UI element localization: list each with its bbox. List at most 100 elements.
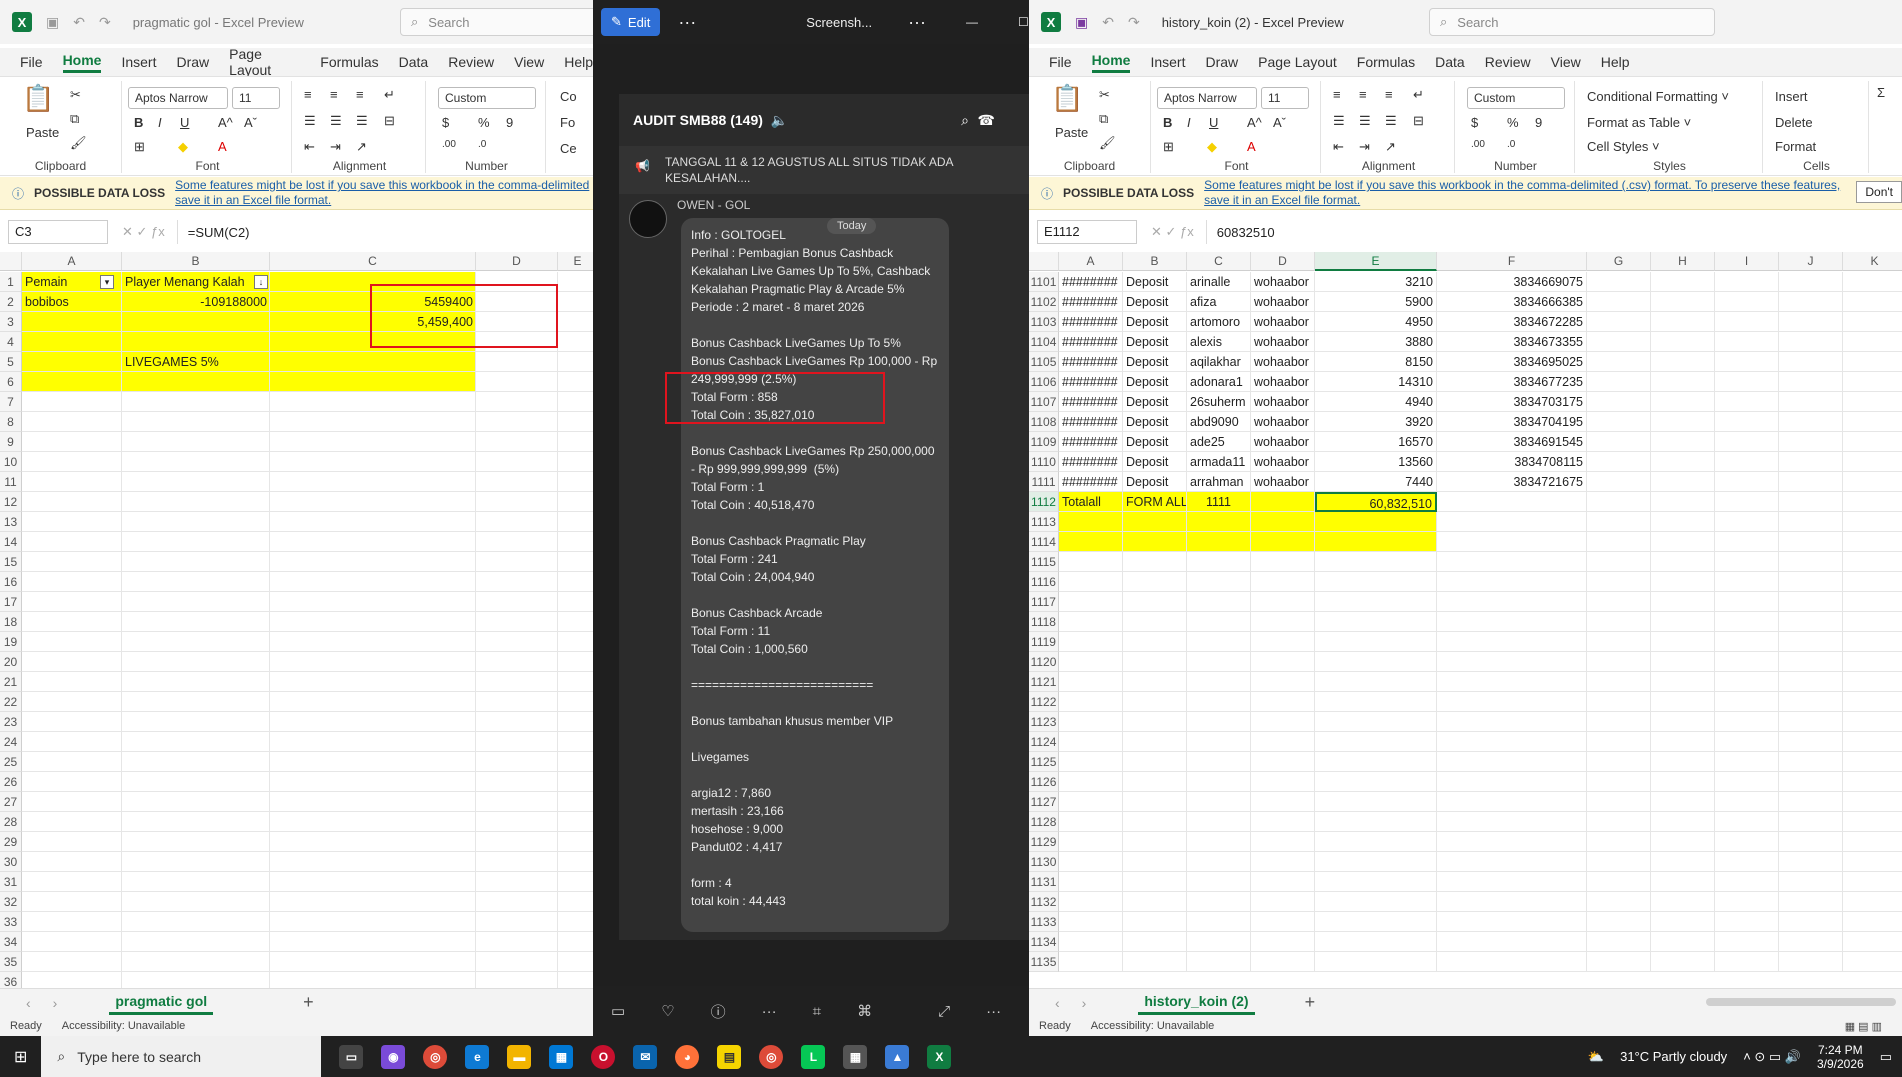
spreadsheet-grid[interactable]: A B C D E F G H I J K 1101 ######## Deposit arinalle wo… xyxy=(1029,252,1902,988)
table-cell[interactable]: 7440 xyxy=(1315,472,1437,492)
table-cell[interactable]: 3834669075 xyxy=(1437,272,1587,292)
cell[interactable] xyxy=(1779,532,1843,552)
cell[interactable] xyxy=(1059,512,1123,532)
cell[interactable] xyxy=(122,832,270,852)
cell[interactable] xyxy=(270,432,476,452)
cell[interactable] xyxy=(1251,852,1315,872)
table-cell[interactable]: ######## xyxy=(1059,432,1123,452)
cell[interactable] xyxy=(1715,532,1779,552)
row-header-29[interactable]: 29 xyxy=(0,832,22,852)
cell[interactable] xyxy=(1587,852,1651,872)
cell[interactable] xyxy=(1587,732,1651,752)
borders-icon[interactable]: ⊞ xyxy=(134,139,145,155)
table-cell[interactable]: ######## xyxy=(1059,292,1123,312)
cell[interactable] xyxy=(1651,512,1715,532)
cell[interactable] xyxy=(1315,652,1437,672)
cell[interactable] xyxy=(1251,952,1315,972)
row-header-8[interactable]: 8 xyxy=(0,412,22,432)
row-header-3[interactable]: 3 xyxy=(0,312,22,332)
cell[interactable] xyxy=(476,432,558,452)
table-cell[interactable]: wohaabor xyxy=(1251,292,1315,312)
cell[interactable] xyxy=(1059,892,1123,912)
cell[interactable] xyxy=(1587,912,1651,932)
menu-file[interactable]: File xyxy=(1049,54,1072,70)
row-header-1126[interactable]: 1126 xyxy=(1029,772,1059,792)
cell[interactable] xyxy=(1651,452,1715,472)
cell[interactable] xyxy=(558,372,593,392)
name-box[interactable]: C3 xyxy=(8,220,108,244)
cell[interactable] xyxy=(1587,472,1651,492)
cell[interactable] xyxy=(1843,432,1902,452)
cell[interactable] xyxy=(1779,292,1843,312)
cell[interactable] xyxy=(476,572,558,592)
cell[interactable] xyxy=(476,592,558,612)
cell[interactable] xyxy=(1587,572,1651,592)
cell[interactable] xyxy=(1843,952,1902,972)
cell[interactable] xyxy=(1251,632,1315,652)
column-header-f[interactable]: F xyxy=(1437,252,1587,271)
table-cell[interactable]: Deposit xyxy=(1123,372,1187,392)
table-cell[interactable]: 4950 xyxy=(1315,312,1437,332)
insert-button[interactable]: Insert xyxy=(1775,89,1808,104)
cell[interactable] xyxy=(476,392,558,412)
underline-icon[interactable]: U xyxy=(180,115,189,130)
cell[interactable] xyxy=(1059,572,1123,592)
cell[interactable] xyxy=(1779,632,1843,652)
cell[interactable] xyxy=(1059,812,1123,832)
align-left-icon[interactable]: ☰ xyxy=(1333,113,1345,129)
cell[interactable] xyxy=(1437,732,1587,752)
cell[interactable] xyxy=(1059,612,1123,632)
align-right-icon[interactable]: ☰ xyxy=(356,113,368,129)
cell[interactable] xyxy=(122,372,270,392)
cell[interactable] xyxy=(1437,872,1587,892)
fill-color-icon[interactable]: ◆ xyxy=(1207,139,1217,155)
cell[interactable] xyxy=(476,692,558,712)
cell[interactable] xyxy=(122,812,270,832)
cell[interactable] xyxy=(1843,492,1902,512)
row-header-1111[interactable]: 1111 xyxy=(1029,472,1059,492)
row-header-17[interactable]: 17 xyxy=(0,592,22,612)
row-header-33[interactable]: 33 xyxy=(0,912,22,932)
menu-file[interactable]: File xyxy=(20,54,43,70)
total-cell-e[interactable]: 60,832,510 xyxy=(1315,492,1437,512)
notifications-icon[interactable]: ▭ xyxy=(1880,1049,1892,1065)
cell[interactable] xyxy=(270,552,476,572)
cell[interactable] xyxy=(122,612,270,632)
cell[interactable] xyxy=(1123,772,1187,792)
cell[interactable] xyxy=(1843,412,1902,432)
cell[interactable] xyxy=(22,452,122,472)
cell[interactable] xyxy=(1651,912,1715,932)
cell[interactable] xyxy=(1715,832,1779,852)
cell[interactable] xyxy=(22,872,122,892)
cell[interactable] xyxy=(1315,892,1437,912)
cell[interactable] xyxy=(1251,772,1315,792)
excel-icon[interactable]: X xyxy=(927,1044,952,1069)
cell[interactable] xyxy=(1779,332,1843,352)
cell[interactable] xyxy=(270,592,476,612)
cell[interactable] xyxy=(1779,392,1843,412)
row-header-22[interactable]: 22 xyxy=(0,692,22,712)
cell[interactable] xyxy=(22,312,122,332)
accessibility-status[interactable]: Accessibility: Unavailable xyxy=(1091,1020,1215,1032)
cell[interactable] xyxy=(270,612,476,632)
cell[interactable] xyxy=(1843,372,1902,392)
align-right-icon[interactable]: ☰ xyxy=(1385,113,1397,129)
column-header-e[interactable]: E xyxy=(1315,252,1437,271)
row-header-35[interactable]: 35 xyxy=(0,952,22,972)
cell[interactable] xyxy=(1843,592,1902,612)
grow-font-icon[interactable]: A^ xyxy=(218,115,233,130)
cell[interactable] xyxy=(1059,592,1123,612)
cell-b2[interactable]: -109188000 xyxy=(122,292,270,312)
cell[interactable] xyxy=(1651,712,1715,732)
column-header-g[interactable]: G xyxy=(1587,252,1651,271)
cut-icon[interactable]: ✂ xyxy=(1099,87,1110,103)
cell[interactable] xyxy=(1187,832,1251,852)
table-cell[interactable]: armada11 xyxy=(1187,452,1251,472)
cell[interactable] xyxy=(270,752,476,772)
cell[interactable] xyxy=(1251,572,1315,592)
photos-icon[interactable]: ▲ xyxy=(885,1044,910,1069)
column-header-a[interactable]: A xyxy=(1059,252,1123,271)
cell[interactable] xyxy=(558,572,593,592)
weather-text[interactable]: 31°C Partly cloudy xyxy=(1620,1049,1727,1064)
row-header-20[interactable]: 20 xyxy=(0,652,22,672)
